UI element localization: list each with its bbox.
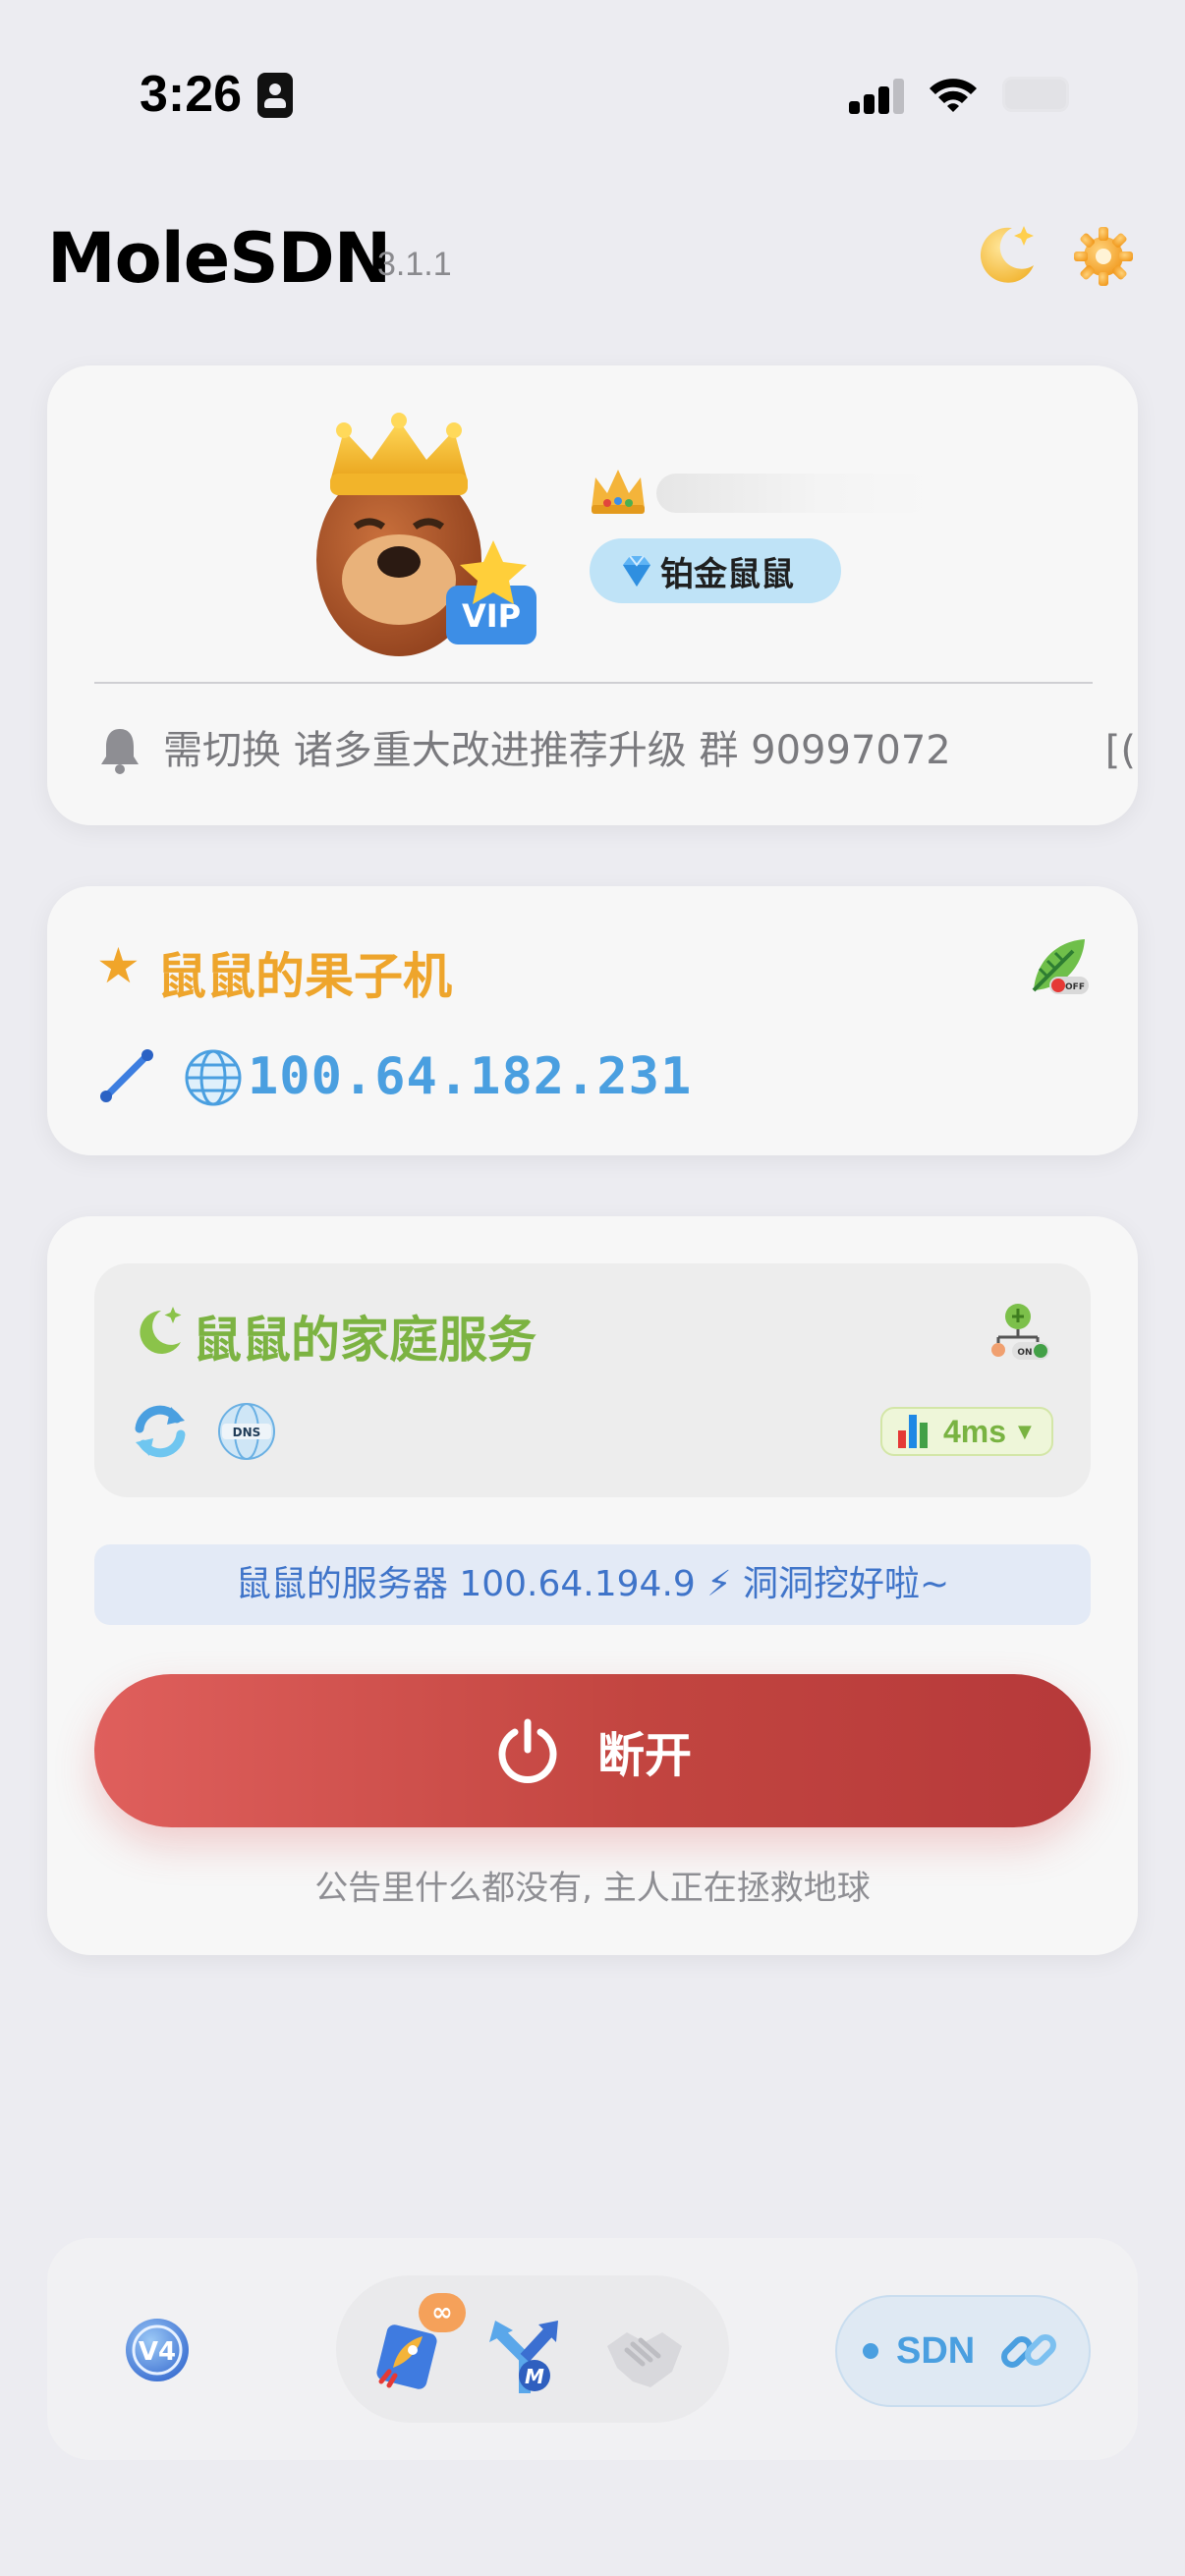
dropdown-caret-icon: ▼ [1018,1421,1032,1442]
sdn-status-dot [863,2343,878,2359]
profile-card: VIP 铂金鼠鼠 需切换 诸多重大改进推荐升级 群 90997072 [( [47,365,1138,825]
ipv4-icon[interactable]: V4 [122,2315,193,2385]
divider [94,682,1093,684]
latency-value: 4ms [943,1413,1007,1449]
battery-icon [1002,77,1069,112]
nav-mode-group: ∞ M [336,2275,729,2423]
status-time: 3:26 [140,66,243,123]
svg-text:V4: V4 [139,2337,176,2367]
power-icon [498,1718,557,1783]
crescent-moon-sparkle-icon [140,1307,182,1354]
settings-gear-icon[interactable] [1071,224,1136,289]
membership-tier-label: 铂金鼠鼠 [660,554,794,594]
device-ip-address[interactable]: 100.64.182.231 [248,1047,692,1106]
status-bar: 3:26 [0,0,1185,167]
app-version: 3.1.1 [377,246,452,283]
membership-tier-badge[interactable]: 铂金鼠鼠 [590,538,841,603]
contact-card-icon [257,73,293,118]
disconnect-label: 断开 [596,1728,692,1783]
server-status-banner: 鼠鼠的服务器 100.64.194.9 ⚡ 洞洞挖好啦~ [94,1544,1091,1625]
wifi-icon [930,79,977,112]
eco-mode-leaf-off-icon[interactable]: OFF [1026,933,1091,998]
dns-globe-icon[interactable]: DNS [216,1401,277,1462]
bell-icon [101,729,139,774]
app-title: MoleSDN [47,218,391,299]
svg-text:DNS: DNS [233,1426,261,1439]
cellular-signal-icon [849,79,906,114]
service-name: 鼠鼠的家庭服务 [193,1312,536,1369]
diamond-icon [623,555,650,587]
dark-mode-moon-icon[interactable] [973,220,1038,289]
handshake-icon[interactable] [603,2321,686,2395]
bottom-nav: V4 ∞ M SDN [47,2238,1138,2460]
service-card: 鼠鼠的家庭服务 ON DNS 4ms ▼ 鼠鼠的服务器 100.64.194.9… [47,1216,1138,1955]
latency-bar-chart-icon [898,1415,930,1448]
svg-text:M: M [525,2365,544,2388]
announcement-marquee[interactable]: 需切换 诸多重大改进推荐升级 群 90997072 [( [163,719,1136,782]
svg-text:OFF: OFF [1065,982,1085,992]
announcement-text-tail: [( [1104,728,1136,773]
sdn-label: SDN [896,2329,976,2372]
latency-selector[interactable]: 4ms ▼ [880,1407,1053,1456]
refresh-icon[interactable] [128,1399,193,1464]
service-online-toggle-icon[interactable]: ON [988,1301,1053,1366]
username-blurred [656,474,931,513]
favorite-star-icon: ★ [96,937,141,994]
announcement-text: 需切换 诸多重大改进推荐升级 群 90997072 [163,728,951,773]
merge-mode-icon[interactable]: M [483,2315,566,2397]
device-name: 鼠鼠的果子机 [157,948,452,1005]
disconnect-button[interactable]: 断开 [94,1674,1091,1827]
service-footnote: 公告里什么都没有, 主人正在拯救地球 [314,1869,871,1908]
globe-icon [185,1049,242,1106]
service-panel[interactable]: 鼠鼠的家庭服务 ON DNS 4ms ▼ [94,1263,1091,1497]
crown-icon [592,470,645,514]
device-card: ★ 鼠鼠的果子机 OFF 100.64.182.231 [47,886,1138,1155]
connection-line-icon [100,1049,153,1102]
unlimited-badge: ∞ [419,2293,466,2332]
sdn-mode-button[interactable]: SDN [835,2295,1091,2407]
svg-text:ON: ON [1017,1348,1032,1358]
vip-mole-mascot-avatar[interactable]: VIP [301,413,595,668]
chain-link-icon [1001,2334,1057,2368]
